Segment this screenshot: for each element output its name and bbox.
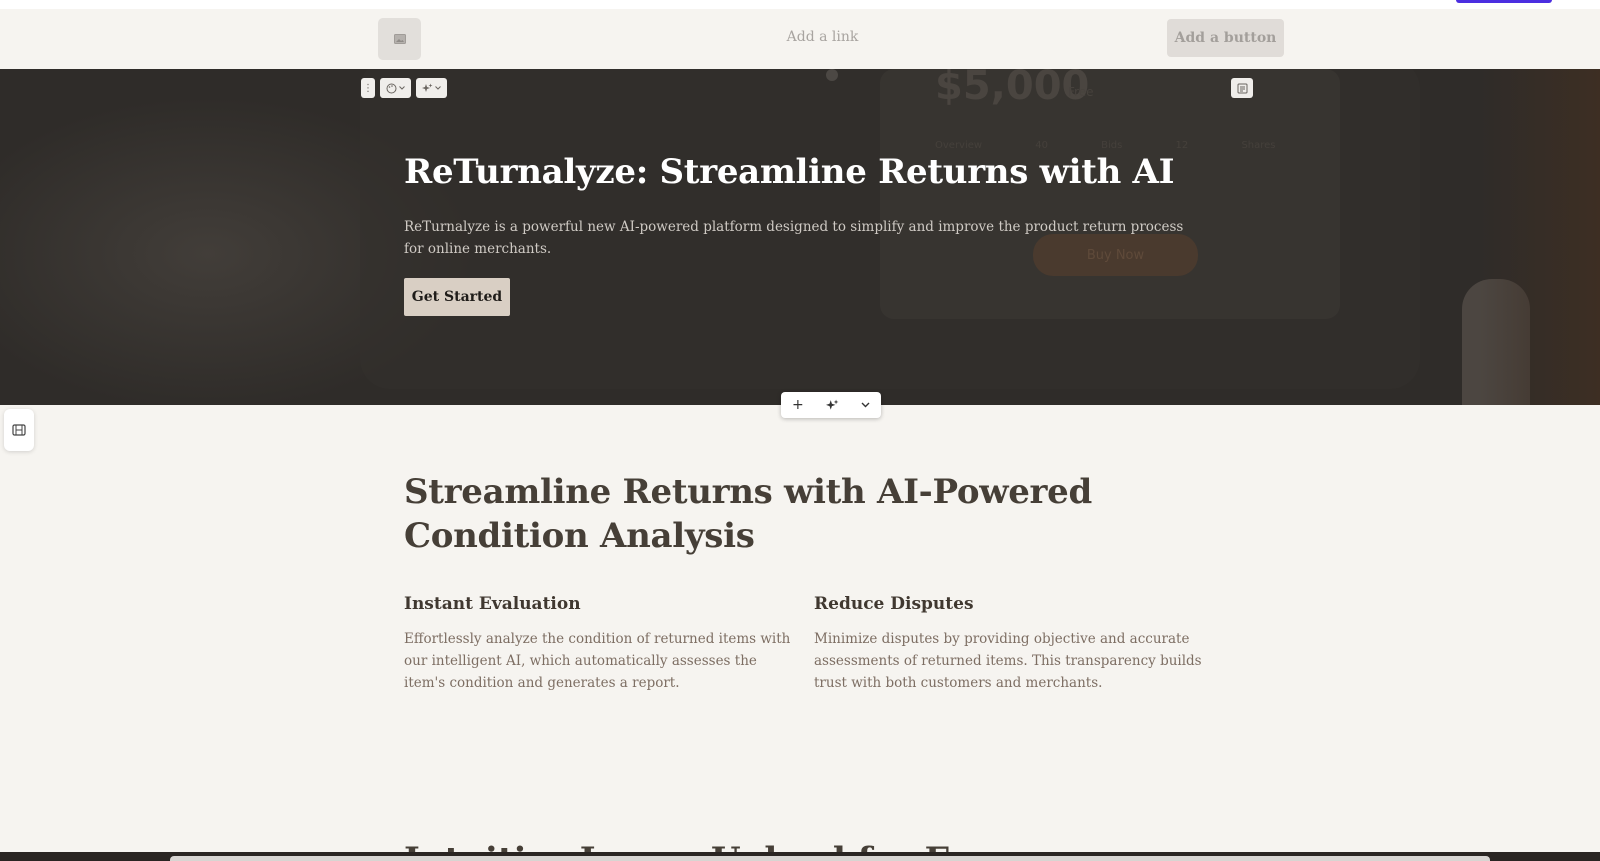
more-options-button[interactable]: ⋮ xyxy=(361,78,375,98)
feature-instant-evaluation: Instant Evaluation Effortlessly analyze … xyxy=(404,593,814,694)
hero-bg-price: $5,000 xyxy=(935,69,1090,109)
feature-title[interactable]: Reduce Disputes xyxy=(814,593,1224,615)
hero-title[interactable]: ReTurnalyze: Streamline Returns with AI xyxy=(404,152,1204,193)
features-title[interactable]: Streamline Returns with AI-Powered Condi… xyxy=(404,470,1104,558)
style-button[interactable] xyxy=(380,78,411,98)
layout-icon xyxy=(1237,83,1247,93)
feature-reduce-disputes: Reduce Disputes Minimize disputes by pro… xyxy=(814,593,1224,694)
chevron-down-icon[interactable] xyxy=(861,402,870,408)
hero-bg-price-sub: Free xyxy=(1068,85,1094,99)
side-panel-tab[interactable] xyxy=(4,409,34,451)
sparkle-icon[interactable] xyxy=(825,399,839,412)
hero-content: ReTurnalyze: Streamline Returns with AI … xyxy=(404,152,1204,316)
layout-button[interactable] xyxy=(1231,78,1253,98)
add-link[interactable]: Add a link xyxy=(760,29,885,45)
add-section-button[interactable]: + xyxy=(792,397,804,413)
palette-icon xyxy=(386,83,397,93)
logo-placeholder[interactable] xyxy=(378,18,421,60)
hero-block-toolbar: ⋮ xyxy=(361,78,447,98)
chevron-down-icon xyxy=(399,86,405,90)
more-icon: ⋮ xyxy=(363,82,373,94)
feature-title[interactable]: Instant Evaluation xyxy=(404,593,814,615)
site-navbar: Add a link Add a button xyxy=(0,9,1600,69)
feature-text[interactable]: Effortlessly analyze the condition of re… xyxy=(404,628,794,694)
features-section: Streamline Returns with AI-Powered Condi… xyxy=(404,470,1224,691)
film-icon xyxy=(12,424,26,436)
hero-bg-shade xyxy=(1480,69,1600,405)
browser-top-strip xyxy=(0,0,1600,9)
hero-section: $5,000 Free Overview 40 Bids 12 Shares B… xyxy=(0,69,1600,405)
image-icon xyxy=(393,34,406,44)
get-started-button[interactable]: Get Started xyxy=(404,277,510,316)
chevron-down-icon xyxy=(435,86,441,90)
hero-bg-stats: Overview 40 Bids 12 Shares xyxy=(935,140,1276,151)
publish-button-edge[interactable] xyxy=(1456,0,1552,3)
sparkle-icon xyxy=(422,83,433,92)
hero-bg-blob xyxy=(826,69,838,81)
ai-edit-button[interactable] xyxy=(416,78,447,98)
section-insert-toolbar: + xyxy=(781,392,881,418)
add-button[interactable]: Add a button xyxy=(1167,19,1284,57)
bottom-panel-edge xyxy=(170,856,1490,861)
feature-columns: Instant Evaluation Effortlessly analyze … xyxy=(404,593,1224,694)
hero-description[interactable]: ReTurnalyze is a powerful new AI-powered… xyxy=(404,216,1194,260)
feature-text[interactable]: Minimize disputes by providing objective… xyxy=(814,628,1204,694)
